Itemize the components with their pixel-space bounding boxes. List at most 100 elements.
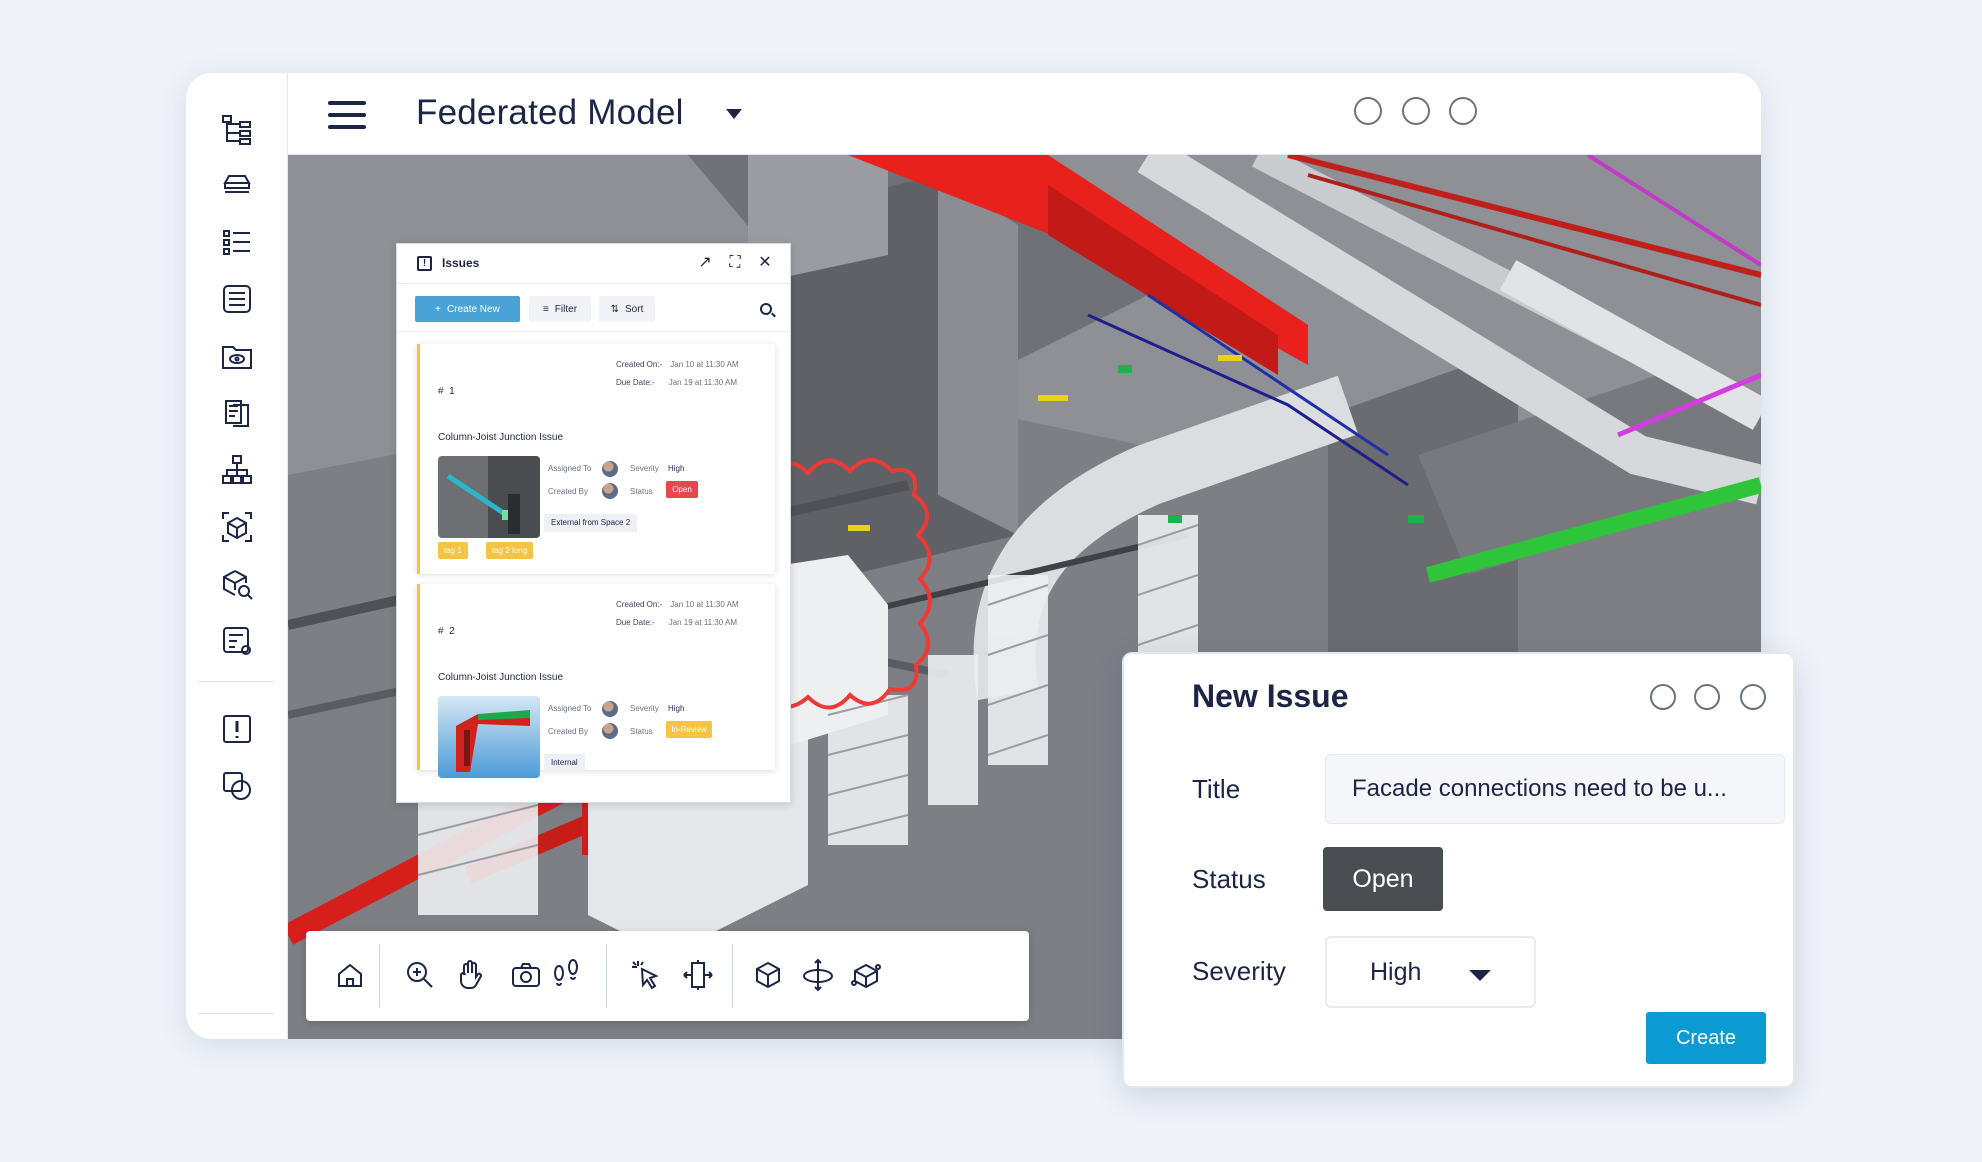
sort-button[interactable]: ⇅ Sort <box>599 296 655 322</box>
avatar <box>602 483 618 499</box>
issue-card[interactable]: # 1 Created On:- Jan 10 at 11:30 AM Due D… <box>417 344 775 574</box>
pop-out-icon[interactable]: ↗ <box>695 253 715 273</box>
issues-panel-title: Issues <box>442 256 480 270</box>
issue-title: Column-Joist Junction Issue <box>438 672 564 683</box>
expand-icon[interactable]: ⛶ <box>725 253 745 273</box>
window-control-circle[interactable] <box>1740 684 1766 710</box>
toolbar-divider <box>606 945 607 1007</box>
3d-box-icon[interactable] <box>215 505 259 549</box>
issues-panel: ! Issues ↗ ⛶ ✕ + Create New ≡ Filter ⇅ S… <box>396 243 791 803</box>
due-date: Due Date:- Jan 19 at 11:30 AM <box>616 378 738 387</box>
status-label: Status <box>630 487 653 496</box>
settings-form-icon[interactable] <box>215 619 259 663</box>
create-new-label: Create New <box>447 303 500 315</box>
window-control-circle[interactable] <box>1650 684 1676 710</box>
model-title: Federated Model <box>416 93 684 132</box>
hierarchy-icon[interactable] <box>215 448 259 492</box>
chevron-down-icon[interactable] <box>726 109 742 119</box>
menu-icon[interactable] <box>328 101 366 131</box>
dialog-title: New Issue <box>1192 678 1349 714</box>
select-pointer-icon[interactable] <box>628 957 664 993</box>
filter-icon: ≡ <box>542 303 549 315</box>
due-date: Due Date:- Jan 19 at 11:30 AM <box>616 618 738 627</box>
issue-title: Column-Joist Junction Issue <box>438 432 564 443</box>
filter-label: Filter <box>554 303 578 315</box>
window-control-circle[interactable] <box>1354 97 1382 125</box>
zoom-in-icon[interactable] <box>402 957 438 993</box>
window-control-circle[interactable] <box>1694 684 1720 710</box>
close-icon[interactable]: ✕ <box>755 253 775 273</box>
created-by-label: Created By <box>548 727 589 736</box>
toolbar-divider <box>732 945 733 1007</box>
layers-icon[interactable] <box>215 163 259 207</box>
severity-value: High <box>668 704 685 713</box>
rail-divider <box>198 681 274 682</box>
space-chip: External from Space 2 <box>544 514 638 532</box>
camera-icon[interactable] <box>508 957 544 993</box>
list-icon[interactable] <box>215 220 259 264</box>
space-chip: Internal <box>544 754 585 772</box>
created-by-label: Created By <box>548 487 589 496</box>
filter-button[interactable]: ≡ Filter <box>529 296 591 322</box>
issue-number: # 2 <box>438 626 455 637</box>
search-icon[interactable] <box>760 303 772 315</box>
home-icon[interactable] <box>332 957 368 993</box>
issues-panel-header: ! Issues ↗ ⛶ ✕ <box>397 244 790 284</box>
title-input[interactable]: Facade connections need to be u... <box>1325 754 1785 824</box>
plus-icon: + <box>435 303 442 315</box>
tag-badge[interactable]: tag 2 long <box>486 542 534 559</box>
window-control-circle[interactable] <box>1449 97 1477 125</box>
window-control-circle[interactable] <box>1402 97 1430 125</box>
created-on: Created On:- Jan 10 at 11:30 AM <box>616 360 739 369</box>
properties-icon[interactable] <box>215 277 259 321</box>
severity-value: High <box>668 464 685 473</box>
severity-label: Severity <box>630 704 659 713</box>
pan-hand-icon[interactable] <box>452 957 488 993</box>
box-search-icon[interactable] <box>215 562 259 606</box>
title-label: Title <box>1192 774 1241 804</box>
issue-card[interactable]: # 2 Created On:- Jan 10 at 11:30 AM Due D… <box>417 584 775 778</box>
issues-icon[interactable] <box>215 707 259 751</box>
sort-label: Sort <box>625 303 644 315</box>
rail-divider-bottom <box>198 1013 274 1014</box>
assigned-to-label: Assigned To <box>548 704 592 713</box>
compare-icon[interactable] <box>215 764 259 808</box>
issues-toolbar: + Create New ≡ Filter ⇅ Sort <box>397 284 790 332</box>
section-plane-icon[interactable] <box>680 957 716 993</box>
status-badge: In-Review <box>666 721 712 738</box>
issue-thumbnail <box>438 456 540 538</box>
cube-view-icon[interactable] <box>750 957 786 993</box>
status-label: Status <box>630 727 653 736</box>
toolbar-divider <box>379 945 380 1007</box>
status-dropdown[interactable]: Open <box>1323 847 1443 911</box>
orbit-icon[interactable] <box>800 957 836 993</box>
issue-number: # 1 <box>438 386 455 397</box>
left-icon-rail <box>186 73 288 1039</box>
create-new-button[interactable]: + Create New <box>415 296 520 322</box>
sort-icon: ⇅ <box>610 303 620 315</box>
severity-value: High <box>1370 958 1422 986</box>
avatar <box>602 723 618 739</box>
topbar: Federated Model <box>288 73 1761 155</box>
status-badge: Open <box>666 481 698 498</box>
documents-icon[interactable] <box>215 391 259 435</box>
issue-thumbnail <box>438 696 540 778</box>
model-tree-icon[interactable] <box>215 107 259 151</box>
created-on: Created On:- Jan 10 at 11:30 AM <box>616 600 739 609</box>
create-button[interactable]: Create <box>1646 1012 1766 1064</box>
new-issue-dialog: New Issue Title Facade connections need … <box>1122 652 1795 1088</box>
viewer-toolbar <box>306 931 1029 1021</box>
avatar <box>602 461 618 477</box>
status-label: Status <box>1192 864 1266 894</box>
assigned-to-label: Assigned To <box>548 464 592 473</box>
severity-select[interactable]: High <box>1325 936 1536 1008</box>
avatar <box>602 701 618 717</box>
folder-view-icon[interactable] <box>215 334 259 378</box>
issues-icon: ! <box>417 256 432 271</box>
tag-badge[interactable]: tag 1 <box>438 542 468 559</box>
severity-label: Severity <box>1192 956 1286 986</box>
severity-label: Severity <box>630 464 659 473</box>
walk-footsteps-icon[interactable] <box>548 957 584 993</box>
iso-cube-icon[interactable] <box>848 957 884 993</box>
chevron-down-icon <box>1469 970 1491 981</box>
